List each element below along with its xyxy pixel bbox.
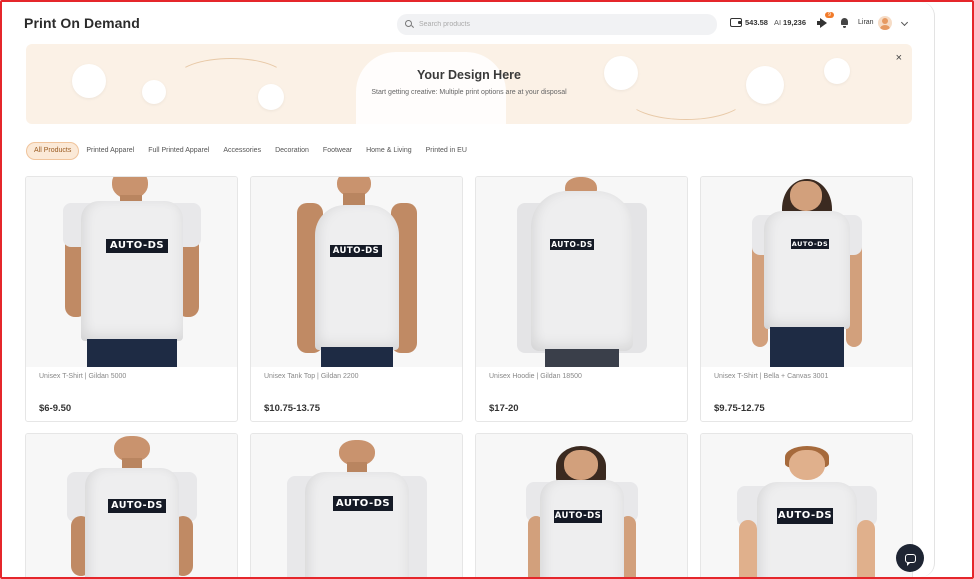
top-bar: Print On Demand 543.58 AI 19,236 9 Liran (2, 2, 934, 44)
product-print-logo: AUTO-DS (777, 508, 833, 524)
product-card[interactable]: AUTO-DS (250, 433, 463, 577)
product-image: AUTO-DS (701, 177, 912, 367)
product-print-logo: AUTO-DS (108, 499, 166, 513)
tab-all-products[interactable]: All Products (26, 142, 80, 160)
chat-icon (904, 553, 916, 566)
product-card[interactable]: AUTO-DS (25, 433, 238, 577)
product-image: AUTO-DS (26, 434, 237, 577)
product-print-logo: AUTO-DS (330, 245, 382, 257)
search-icon (405, 20, 414, 29)
product-card[interactable]: AUTO-DS (475, 433, 688, 577)
page-title: Print On Demand (24, 15, 140, 31)
ai-credits-value: 19,236 (783, 18, 806, 27)
tab-printed-in-eu[interactable]: Printed in EU (419, 142, 474, 160)
product-image: AUTO-DS (476, 434, 687, 577)
avatar[interactable] (878, 16, 892, 30)
banner-title: Your Design Here (417, 68, 521, 82)
product-card[interactable]: AUTO-DS Unisex Hoodie | Gildan 18500 $17… (475, 176, 688, 422)
product-print-logo: AUTO-DS (333, 496, 393, 511)
ai-credits-label: AI (773, 18, 782, 27)
user-name[interactable]: Liran (858, 19, 874, 26)
notification-badge: 9 (825, 12, 834, 18)
banner-subtitle: Start getting creative: Multiple print o… (371, 89, 567, 96)
product-image: AUTO-DS (251, 177, 462, 367)
product-price: $6-9.50 (39, 403, 72, 414)
product-print-logo: AUTO-DS (791, 239, 829, 249)
banner-shirt-illustration (356, 52, 506, 124)
product-image: AUTO-DS (476, 177, 687, 367)
product-card[interactable]: AUTO-DS Unisex T-Shirt | Gildan 5000 $6-… (25, 176, 238, 422)
search-input[interactable] (419, 21, 699, 28)
product-price: $17-20 (489, 403, 519, 414)
search-bar[interactable] (397, 14, 717, 35)
balance-display[interactable]: 543.58 AI 19,236 (730, 18, 806, 27)
tab-home-living[interactable]: Home & Living (359, 142, 419, 160)
product-print-logo: AUTO-DS (106, 239, 168, 253)
product-card[interactable]: AUTO-DS (700, 433, 913, 577)
tab-footwear[interactable]: Footwear (316, 142, 359, 160)
chevron-down-icon[interactable] (900, 18, 909, 27)
category-tabs: All Products Printed Apparel Full Printe… (26, 142, 474, 160)
product-print-logo: AUTO-DS (554, 510, 602, 523)
background-area (936, 2, 972, 577)
product-image: AUTO-DS (701, 434, 912, 577)
page: Print On Demand 543.58 AI 19,236 9 Liran… (2, 2, 935, 577)
product-price: $10.75-13.75 (264, 403, 320, 414)
wallet-icon (730, 18, 742, 27)
product-card[interactable]: AUTO-DS Unisex T-Shirt | Bella + Canvas … (700, 176, 913, 422)
tab-accessories[interactable]: Accessories (216, 142, 268, 160)
chat-button[interactable] (896, 544, 924, 572)
product-title: Unisex Hoodie | Gildan 18500 (489, 373, 582, 380)
bell-icon[interactable] (840, 18, 849, 28)
close-icon[interactable]: × (896, 53, 902, 64)
promo-banner: Your Design Here Start getting creative:… (26, 44, 912, 124)
product-title: Unisex T-Shirt | Bella + Canvas 3001 (714, 373, 829, 380)
product-title: Unisex T-Shirt | Gildan 5000 (39, 373, 127, 380)
tab-printed-apparel[interactable]: Printed Apparel (79, 142, 141, 160)
tab-full-printed-apparel[interactable]: Full Printed Apparel (141, 142, 216, 160)
product-image: AUTO-DS (26, 177, 237, 367)
product-title: Unisex Tank Top | Gildan 2200 (264, 373, 359, 380)
product-image: AUTO-DS (251, 434, 462, 577)
balance-value: 543.58 (745, 18, 768, 27)
product-price: $9.75-12.75 (714, 403, 765, 414)
megaphone-icon[interactable] (817, 18, 828, 28)
tab-decoration[interactable]: Decoration (268, 142, 316, 160)
product-print-logo: AUTO-DS (550, 239, 594, 250)
product-card[interactable]: AUTO-DS Unisex Tank Top | Gildan 2200 $1… (250, 176, 463, 422)
